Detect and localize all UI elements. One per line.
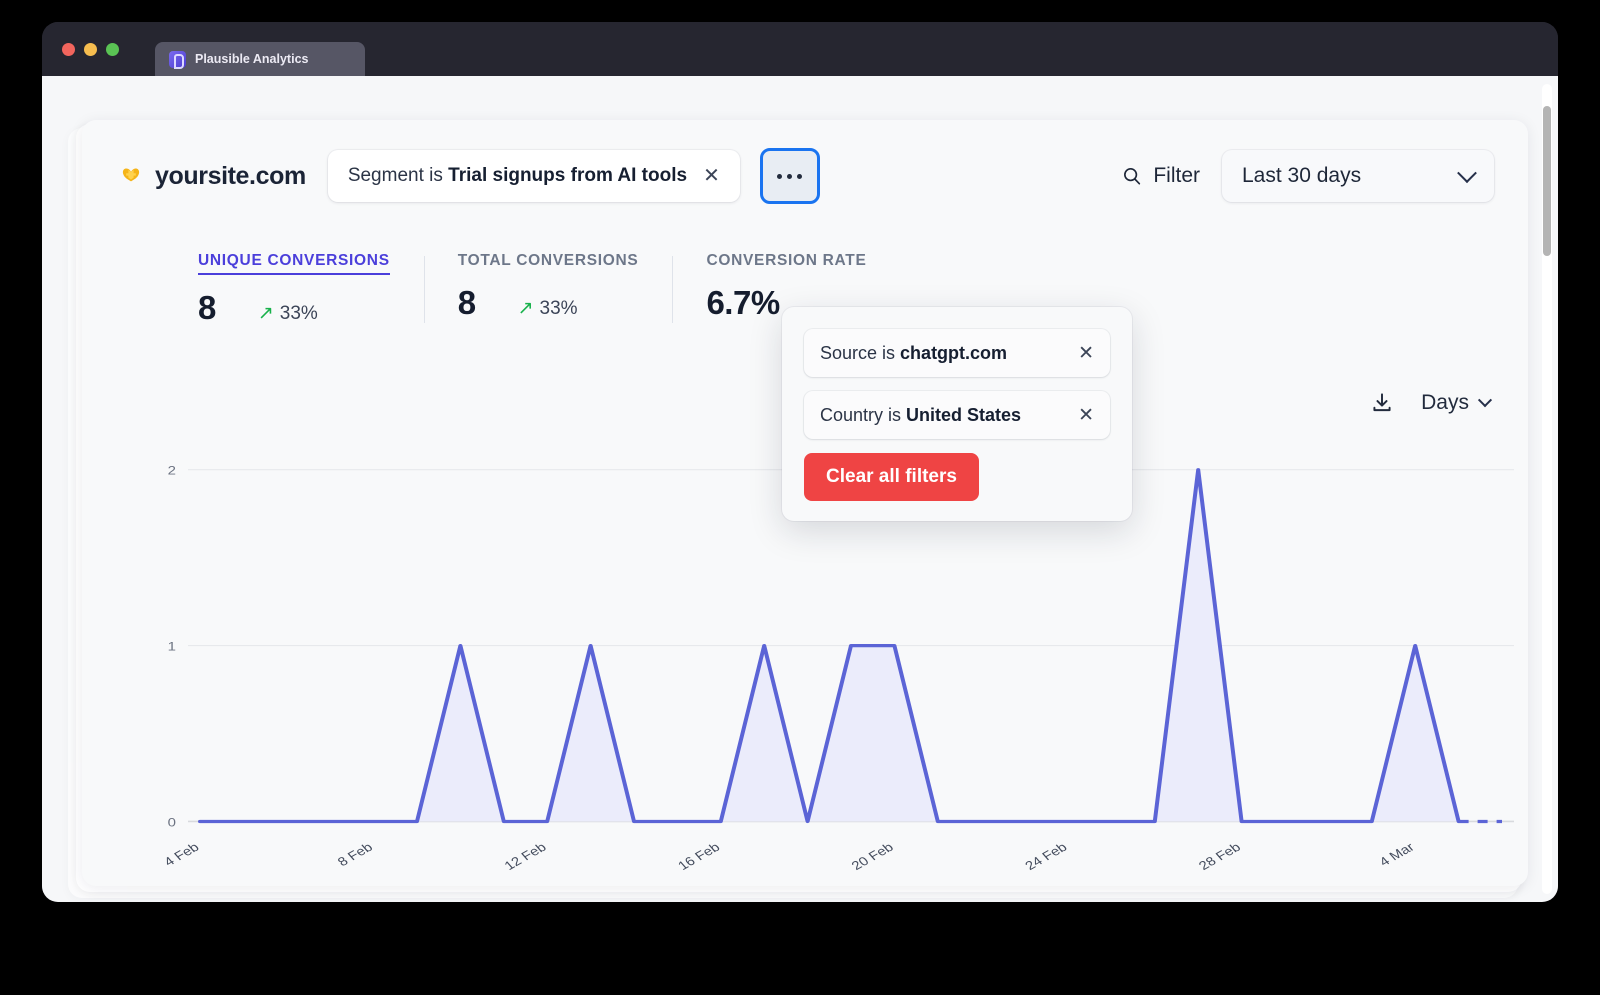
metric-delta-value: 33% <box>280 303 318 325</box>
date-range-label: Last 30 days <box>1242 164 1361 188</box>
x-axis-tick-label: 28 Feb <box>1196 840 1244 872</box>
segment-filter-text: Segment is Trial signups from AI tools <box>348 165 687 187</box>
page-scrollbar-thumb[interactable] <box>1543 106 1551 256</box>
metric-total-conversions[interactable]: TOTAL CONVERSIONS 8 ↗ 33% <box>424 252 673 327</box>
plausible-logo-icon <box>169 51 186 68</box>
metric-delta-value: 33% <box>540 298 578 320</box>
y-axis-tick-label: 0 <box>168 816 177 829</box>
minimize-window-button[interactable] <box>84 43 97 56</box>
zoom-window-button[interactable] <box>106 43 119 56</box>
site-favicon-icon <box>118 163 144 189</box>
date-range-selector[interactable]: Last 30 days <box>1222 150 1494 202</box>
search-icon <box>1121 165 1143 187</box>
browser-window: Plausible Analytics y <box>42 22 1558 902</box>
filters-dropdown-menu: Source is chatgpt.com ✕ Country is Unite… <box>782 307 1132 521</box>
browser-tab[interactable]: Plausible Analytics <box>155 42 365 76</box>
site-name: yoursite.com <box>155 162 306 191</box>
chevron-down-icon <box>1457 163 1477 183</box>
topbar-right-controls: Filter Last 30 days <box>1121 150 1494 202</box>
close-window-button[interactable] <box>62 43 75 56</box>
metric-delta: ↗ 33% <box>258 302 318 325</box>
ellipsis-icon-dot-2 <box>787 174 792 179</box>
site-identity[interactable]: yoursite.com <box>118 162 306 191</box>
remove-source-filter-icon[interactable]: ✕ <box>1078 342 1094 365</box>
metric-label: TOTAL CONVERSIONS <box>458 252 639 270</box>
chart-x-axis-labels: 4 Feb 8 Feb 12 Feb 16 Feb 20 Feb 24 Feb 28 Feb… <box>161 840 1417 873</box>
trend-up-icon: ↗ <box>258 302 274 325</box>
y-axis-tick-label: 2 <box>168 464 176 477</box>
chart-y-axis-labels: 0 1 2 <box>168 464 177 829</box>
remove-segment-filter-icon[interactable]: ✕ <box>703 166 720 186</box>
x-axis-tick-label: 16 Feb <box>675 840 723 872</box>
filter-pill-text: Source is chatgpt.com <box>820 343 1007 364</box>
clear-all-filters-button[interactable]: Clear all filters <box>804 453 979 501</box>
more-filters-button[interactable] <box>760 148 820 204</box>
metric-value: 8 <box>458 284 476 322</box>
x-axis-tick-label: 4 Feb <box>161 840 202 869</box>
metric-unique-conversions[interactable]: UNIQUE CONVERSIONS 8 ↗ 33% <box>118 252 424 327</box>
x-axis-tick-label: 8 Feb <box>335 840 376 869</box>
window-titlebar: Plausible Analytics <box>42 22 1558 76</box>
ellipsis-icon-dot-1 <box>777 174 782 179</box>
filter-pill-country[interactable]: Country is United States ✕ <box>804 391 1110 439</box>
y-axis-tick-label: 1 <box>168 640 176 653</box>
window-traffic-lights[interactable] <box>62 43 119 56</box>
x-axis-tick-label: 20 Feb <box>849 840 897 872</box>
filter-button-label: Filter <box>1153 164 1200 188</box>
desktop-background: Plausible Analytics y <box>0 0 1600 995</box>
metric-value: 6.7% <box>706 284 779 322</box>
dashboard-topbar: yoursite.com Segment is Trial signups fr… <box>82 120 1528 232</box>
filter-pill-text: Country is United States <box>820 405 1021 426</box>
metric-label: CONVERSION RATE <box>706 252 866 270</box>
metric-value: 8 <box>198 289 216 327</box>
filter-button[interactable]: Filter <box>1121 164 1200 188</box>
trend-up-icon: ↗ <box>518 297 534 320</box>
browser-tab-title: Plausible Analytics <box>195 52 308 66</box>
metric-delta: ↗ 33% <box>518 297 578 320</box>
segment-filter-pill[interactable]: Segment is Trial signups from AI tools ✕ <box>328 150 740 202</box>
x-axis-tick-label: 4 Mar <box>1376 840 1417 869</box>
remove-country-filter-icon[interactable]: ✕ <box>1078 404 1094 427</box>
page-viewport: yoursite.com Segment is Trial signups fr… <box>42 76 1558 902</box>
ellipsis-icon-dot-3 <box>797 174 802 179</box>
chevron-down-icon <box>1478 393 1492 407</box>
x-axis-tick-label: 24 Feb <box>1022 840 1070 872</box>
metric-label: UNIQUE CONVERSIONS <box>198 252 390 275</box>
x-axis-tick-label: 12 Feb <box>501 840 549 872</box>
filter-pill-source[interactable]: Source is chatgpt.com ✕ <box>804 329 1110 377</box>
dashboard-panel: yoursite.com Segment is Trial signups fr… <box>82 120 1528 886</box>
